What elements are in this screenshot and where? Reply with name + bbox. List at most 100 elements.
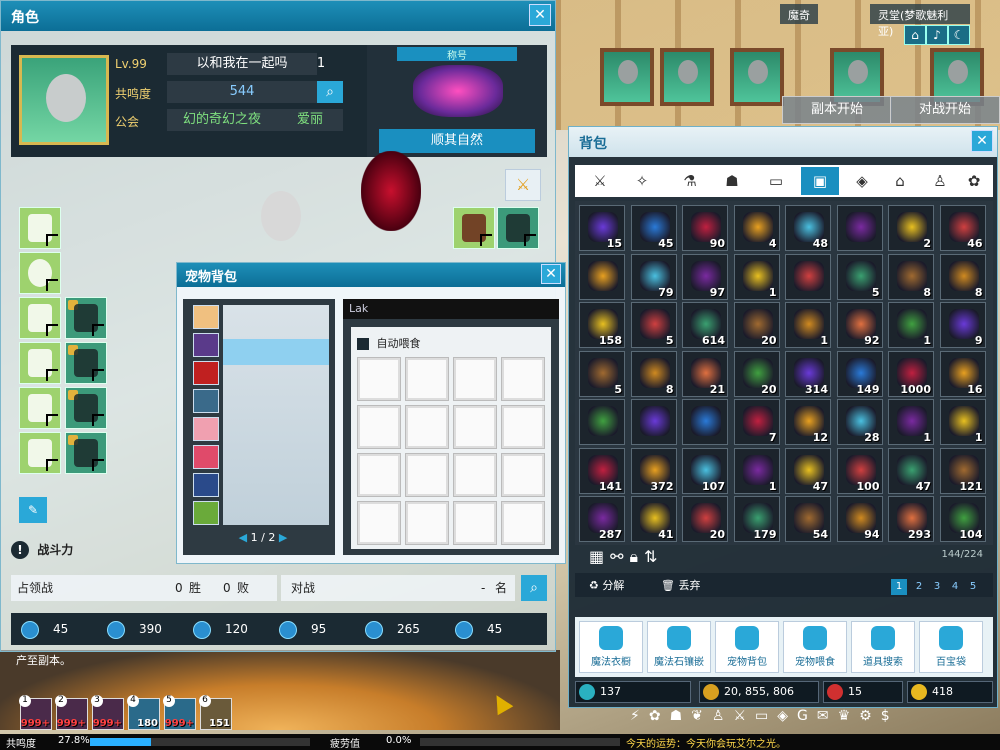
inventory-slot[interactable]: 54: [785, 496, 831, 542]
page-button[interactable]: 1: [891, 579, 907, 595]
lock-icon[interactable]: 🔒︎: [630, 547, 645, 566]
pet-bag-button[interactable]: 宠物背包: [715, 621, 779, 673]
equipment-slot[interactable]: [65, 432, 107, 474]
inventory-slot[interactable]: 141: [579, 447, 625, 494]
inventory-slot[interactable]: 121: [939, 447, 986, 494]
feed-slot[interactable]: [357, 405, 401, 449]
inventory-slot[interactable]: 107: [682, 447, 728, 494]
costume-toggle-icon[interactable]: ⚔: [505, 169, 541, 201]
inventory-slot[interactable]: 7: [733, 399, 780, 445]
equipment-slot[interactable]: [19, 252, 61, 294]
inventory-slot[interactable]: 41: [630, 496, 677, 542]
feed-slot[interactable]: [501, 453, 545, 497]
treasure-bag-button[interactable]: 百宝袋: [919, 621, 983, 673]
tab-potion-icon[interactable]: ⚗: [671, 167, 709, 195]
cube-icon[interactable]: ◈: [777, 708, 797, 724]
inventory-slot[interactable]: [579, 253, 625, 300]
auto-feed-toggle[interactable]: 自动喂食: [357, 335, 421, 351]
feed-slot[interactable]: [405, 453, 449, 497]
inventory-slot[interactable]: 45: [630, 205, 677, 251]
inventory-slot[interactable]: 1: [888, 399, 934, 445]
tab-special-icon[interactable]: ▣: [801, 167, 839, 195]
quickslot[interactable]: 2 999+: [55, 695, 88, 730]
tab-material-icon[interactable]: ☗: [713, 167, 751, 195]
moon-mode-icon[interactable]: ☾: [948, 25, 970, 45]
feed-slot[interactable]: [501, 405, 545, 449]
inventory-slot[interactable]: 4: [733, 205, 780, 251]
decompose-button[interactable]: ♻ 分解: [589, 577, 624, 593]
pet-menu-icon[interactable]: ✿: [649, 708, 670, 724]
inventory-slot[interactable]: 287: [579, 496, 625, 542]
page-button[interactable]: 5: [965, 579, 981, 595]
settings-icon[interactable]: ⚙: [859, 708, 881, 724]
shop-icon[interactable]: $: [881, 708, 899, 724]
feed-slot[interactable]: [405, 357, 449, 401]
inventory-slot[interactable]: 1: [733, 253, 780, 300]
tab-accessory-icon[interactable]: ✧: [623, 167, 661, 195]
pet-feed-button[interactable]: 宠物喂食: [783, 621, 847, 673]
inventory-slot[interactable]: 293: [888, 496, 934, 542]
inventory-slot[interactable]: 5: [630, 302, 677, 348]
magic-stone-button[interactable]: 魔法石镶嵌: [647, 621, 711, 673]
feed-slot[interactable]: [453, 501, 497, 545]
page-button[interactable]: 3: [929, 579, 945, 595]
inventory-slot[interactable]: 8: [939, 253, 986, 300]
inventory-slot[interactable]: 48: [785, 205, 831, 251]
inventory-slot[interactable]: 614: [682, 302, 728, 348]
friend-icon[interactable]: ♙: [712, 708, 734, 724]
equipment-slot[interactable]: [19, 297, 61, 339]
ranking-icon[interactable]: ♛: [838, 708, 860, 724]
inventory-slot[interactable]: [785, 253, 831, 300]
inventory-slot[interactable]: 15: [579, 205, 625, 251]
close-icon[interactable]: ✕: [971, 130, 993, 152]
pet-item[interactable]: [193, 305, 219, 329]
feed-slot[interactable]: [357, 453, 401, 497]
accessory-slot[interactable]: [497, 207, 539, 249]
inventory-slot[interactable]: 20: [733, 302, 780, 348]
inventory-slot[interactable]: 12: [785, 399, 831, 445]
tab-house-icon[interactable]: ⌂: [881, 167, 919, 195]
dance-icon[interactable]: ♪: [926, 25, 948, 45]
dungeon-start-button[interactable]: 副本开始: [782, 96, 892, 124]
inventory-slot[interactable]: 79: [630, 253, 677, 300]
pet-item[interactable]: [193, 445, 219, 469]
tab-cube-icon[interactable]: ◈: [843, 167, 881, 195]
equipment-slot[interactable]: [65, 387, 107, 429]
next-page-icon[interactable]: ▶: [279, 531, 287, 544]
wing-menu-icon[interactable]: ❦: [691, 708, 712, 724]
inventory-slot[interactable]: 1: [939, 399, 986, 445]
mail-icon[interactable]: ✉: [817, 708, 838, 724]
inventory-slot[interactable]: 5: [836, 253, 883, 300]
inventory-slot[interactable]: 5: [579, 350, 625, 397]
quickslot[interactable]: 3 999+: [91, 695, 124, 730]
prev-page-icon[interactable]: ◀: [239, 531, 247, 544]
close-icon[interactable]: ✕: [541, 264, 561, 284]
feed-slot[interactable]: [453, 405, 497, 449]
quickslot[interactable]: 5 999+: [163, 695, 196, 730]
sword-icon[interactable]: ⚔: [733, 708, 755, 724]
inventory-slot[interactable]: 21: [682, 350, 728, 397]
search-icon[interactable]: ⌕: [521, 575, 547, 601]
feed-slot[interactable]: [405, 501, 449, 545]
pet-item[interactable]: [193, 361, 219, 385]
magic-wardrobe-button[interactable]: 魔法衣橱: [579, 621, 643, 673]
inventory-slot[interactable]: 20: [682, 496, 728, 542]
inventory-slot[interactable]: 94: [836, 496, 883, 542]
inventory-slot[interactable]: 92: [836, 302, 883, 348]
guild-icon[interactable]: G: [797, 708, 817, 724]
inventory-slot[interactable]: [630, 399, 677, 445]
close-icon[interactable]: ✕: [529, 4, 551, 26]
inventory-slot[interactable]: 158: [579, 302, 625, 348]
inventory-slot[interactable]: [836, 205, 883, 251]
link-icon[interactable]: ⚯: [610, 547, 629, 566]
inventory-slot[interactable]: 8: [630, 350, 677, 397]
inventory-slot[interactable]: 47: [888, 447, 934, 494]
skill-icon[interactable]: ⚡: [630, 708, 649, 724]
inventory-slot[interactable]: 46: [939, 205, 986, 251]
battle-start-button[interactable]: 对战开始: [890, 96, 1000, 124]
inventory-slot[interactable]: 8: [888, 253, 934, 300]
quickslot[interactable]: 4 180: [127, 695, 160, 730]
inventory-slot[interactable]: 149: [836, 350, 883, 397]
grid-view-icon[interactable]: ▦: [589, 547, 610, 566]
inventory-slot[interactable]: 100: [836, 447, 883, 494]
